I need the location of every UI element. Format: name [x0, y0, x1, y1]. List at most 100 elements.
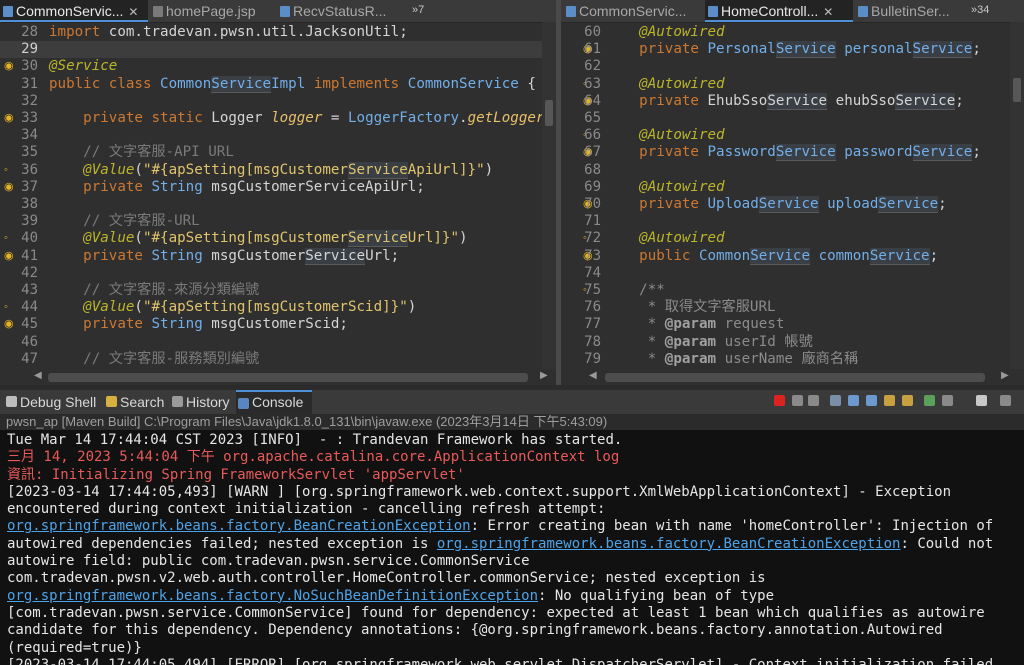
current-line-highlight [0, 41, 542, 59]
tab-commonserviceimpl[interactable]: CommonServic... [563, 0, 717, 22]
code-line[interactable]: private UploadService uploadService; [605, 196, 947, 213]
line-number: 67 [584, 144, 601, 161]
close-icon[interactable]: ✕ [128, 5, 138, 19]
code-line[interactable]: * @param request [605, 316, 785, 333]
code-line[interactable]: // 文字客服-來源分類編號 [49, 282, 259, 299]
scroll-thumb[interactable] [605, 373, 985, 382]
line-number: 34 [21, 127, 38, 144]
scroll-right-icon[interactable]: ▶ [1001, 370, 1009, 381]
tab-bulletinservice[interactable]: BulletinSer... [855, 0, 985, 22]
code-line[interactable]: // 文字客服-API URL [49, 144, 234, 161]
tab-overflow-button[interactable]: »7 [412, 0, 424, 22]
code-line[interactable]: * @param userName 廠商名稱 [605, 351, 859, 368]
close-icon[interactable]: ✕ [823, 5, 833, 19]
tab-history[interactable]: History [170, 390, 230, 414]
code-line[interactable]: @Autowired [605, 127, 724, 144]
console-output[interactable]: Tue Mar 14 17:44:04 CST 2023 [INFO] - : … [7, 432, 1020, 665]
line-number: 73 [584, 247, 601, 264]
line-number: 33 [21, 110, 38, 126]
left-horizontal-scrollbar[interactable]: ◀ ▶ [0, 369, 556, 385]
right-horizontal-scrollbar[interactable]: ◀ ▶ [561, 369, 1024, 385]
scroll-left-icon[interactable]: ◀ [589, 370, 597, 381]
scroll-thumb[interactable] [1013, 78, 1021, 102]
code-line[interactable]: public class CommonServiceImpl implement… [49, 75, 536, 93]
code-line[interactable]: @Autowired [605, 179, 724, 196]
display-console-icon[interactable] [942, 395, 953, 406]
pin-console-icon[interactable] [924, 395, 935, 406]
console-line: org.springframework.beans.factory.BeanCr… [7, 518, 994, 535]
code-line[interactable]: private PersonalService personalService; [605, 41, 981, 59]
code-line[interactable]: public CommonService commonService; [605, 247, 938, 265]
line-number: 35 [21, 144, 38, 161]
word-wrap-icon[interactable] [866, 395, 877, 406]
right-editor[interactable]: CommonServic... HomeControll... ✕ Bulleti… [561, 0, 1024, 385]
search-icon [106, 396, 117, 407]
terminate-icon[interactable] [774, 395, 785, 406]
open-console-icon[interactable] [976, 395, 987, 406]
console-line: autowired dependencies failed; nested ex… [7, 535, 994, 552]
line-number: 64 [584, 92, 601, 109]
line-number: 71 [584, 213, 601, 230]
code-line[interactable]: /** [605, 282, 665, 299]
remove-all-icon[interactable] [808, 395, 819, 406]
code-line[interactable]: @Autowired [605, 76, 724, 93]
code-line[interactable]: * @param userId 帳號 [605, 334, 813, 351]
console-line: 資訊: Initializing Spring FrameworkServlet… [7, 466, 465, 483]
scroll-right-icon[interactable]: ▶ [540, 370, 548, 381]
code-line[interactable]: import com.tradevan.pwsn.util.JacksonUti… [49, 24, 408, 41]
left-vertical-scrollbar[interactable] [542, 22, 556, 369]
code-line[interactable]: @Autowired [605, 24, 724, 41]
show-stderr-icon[interactable] [902, 395, 913, 406]
code-line[interactable]: * 取得文字客服URL [605, 299, 776, 316]
tab-debug-shell[interactable]: Debug Shell [4, 390, 96, 414]
show-stdout-icon[interactable] [884, 395, 895, 406]
code-line[interactable]: private EhubSsoService ehubSsoService; [605, 92, 964, 110]
left-editor[interactable]: CommonServic... ✕ homePage.jsp RecvStatus… [0, 0, 556, 385]
code-line[interactable]: private String msgCustomerServiceApiUrl; [49, 179, 425, 196]
tab-recvstatus[interactable]: RecvStatusR... [277, 0, 413, 22]
code-line[interactable]: @Service [49, 58, 117, 75]
code-line[interactable]: private String msgCustomerServiceUrl; [49, 247, 399, 265]
code-line[interactable]: private String msgCustomerScid; [49, 316, 348, 333]
code-line[interactable]: private PasswordService passwordService; [605, 144, 981, 162]
scroll-thumb[interactable] [545, 100, 553, 126]
code-line[interactable]: @Autowired [605, 230, 724, 247]
line-number: 28 [21, 24, 38, 40]
scroll-left-icon[interactable]: ◀ [34, 370, 42, 381]
scroll-lock-icon[interactable] [848, 395, 859, 406]
line-number: 66 [584, 127, 601, 144]
tab-overflow-button[interactable]: »34 [971, 0, 989, 22]
line-number: 60 [584, 24, 601, 40]
process-label: pwsn_ap [Maven Build] C:\Program Files\J… [0, 414, 1024, 430]
tab-homecontroller[interactable]: HomeControll... ✕ [705, 0, 853, 22]
tab-homepage-jsp[interactable]: homePage.jsp [150, 0, 291, 22]
java-file-icon [3, 6, 13, 17]
scroll-thumb[interactable] [48, 373, 528, 382]
clear-console-icon[interactable] [830, 395, 841, 406]
line-number: 61 [584, 41, 601, 58]
right-vertical-scrollbar[interactable] [1010, 22, 1024, 369]
line-number: 65 [584, 110, 601, 126]
code-line[interactable]: @Value("#{apSetting[msgCustomerServiceAp… [49, 161, 493, 179]
console-view[interactable]: Debug Shell Search History Console pwsn_… [0, 390, 1024, 665]
line-number: 31 [21, 75, 38, 92]
code-line[interactable]: private static Logger logger = LoggerFac… [49, 110, 553, 127]
tab-console[interactable]: Console [236, 390, 312, 414]
code-line[interactable]: @Value("#{apSetting[msgCustomerScid]}") [49, 299, 416, 316]
view-menu-icon[interactable] [1000, 395, 1011, 406]
tab-commonserviceimpl[interactable]: CommonServic... ✕ [0, 0, 148, 22]
left-code-area[interactable]: 28 import com.tradevan.pwsn.util.JacksonU… [0, 22, 556, 369]
line-number: 45 [21, 316, 38, 333]
right-code-area[interactable]: 60 @Autowired ◉ 61 private PersonalService… [561, 22, 1024, 369]
line-number: 42 [21, 264, 38, 281]
code-line[interactable]: // 文字客服-服務類別編號 [49, 351, 259, 368]
line-number: 75 [584, 282, 601, 298]
console-line: encountered during context initializatio… [7, 501, 606, 518]
remove-launch-icon[interactable] [792, 395, 803, 406]
java-file-icon [708, 6, 718, 17]
code-line[interactable]: @Value("#{apSetting[msgCustomerServiceUr… [49, 230, 468, 248]
tab-search[interactable]: Search [104, 390, 164, 414]
console-line: [2023-03-14 17:44:05,493] [WARN ] [org.s… [7, 483, 952, 500]
console-line: org.springframework.beans.factory.NoSuch… [7, 587, 775, 604]
code-line[interactable]: // 文字客服-URL [49, 213, 200, 230]
